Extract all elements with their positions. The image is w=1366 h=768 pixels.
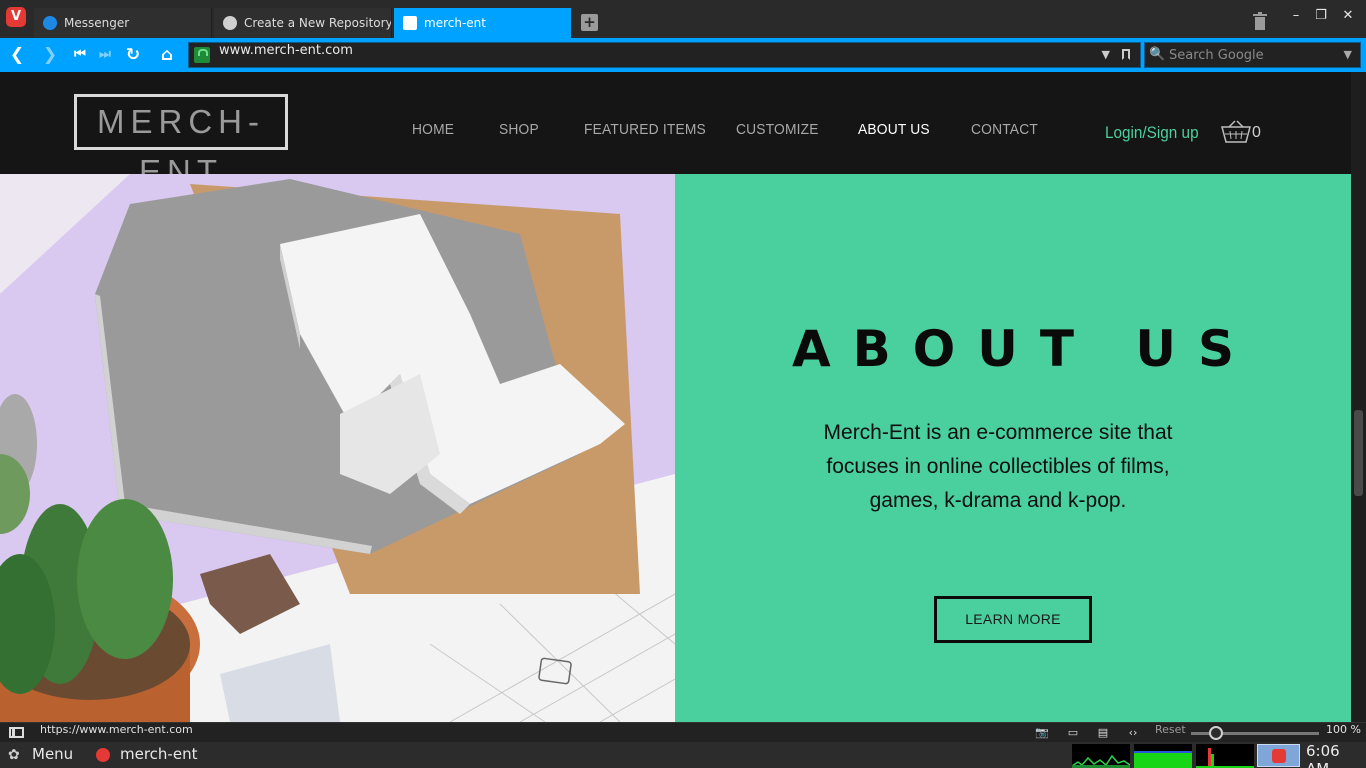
home-button[interactable]: ⌂ (155, 43, 179, 67)
site-header: MERCH-ENT HOME SHOP FEATURED ITEMS CUSTO… (0, 72, 1351, 190)
about-section: ABOUT US Merch-Ent is an e-commerce site… (675, 174, 1351, 722)
vivaldi-menu-button[interactable]: V (6, 7, 26, 27)
hero-image (0, 174, 675, 722)
taskbar-app-merch-ent[interactable]: merch-ent (96, 742, 197, 768)
nav-customize[interactable]: CUSTOMIZE (736, 121, 819, 138)
tab-create-repository[interactable]: Create a New Repository (214, 8, 392, 38)
messenger-icon (43, 16, 57, 30)
lock-icon (194, 47, 210, 63)
start-menu-label: Menu (32, 745, 74, 763)
start-menu-button[interactable]: ✿ Menu (8, 742, 73, 768)
new-tab-button[interactable]: + (581, 14, 598, 31)
tab-messenger[interactable]: Messenger (34, 8, 212, 38)
search-icon[interactable]: 🔍 (1149, 47, 1165, 63)
scrollbar-thumb[interactable] (1354, 410, 1363, 496)
close-button[interactable]: ✕ (1338, 6, 1358, 26)
tab-label: Messenger (64, 16, 130, 30)
nav-contact[interactable]: CONTACT (971, 121, 1038, 138)
memory-monitor-graph (1134, 744, 1192, 768)
cart-icon[interactable] (1221, 120, 1251, 144)
zoom-reset-button[interactable]: Reset (1155, 723, 1186, 736)
panel-toggle-icon[interactable] (9, 727, 24, 738)
tab-bar: V Messenger Create a New Repository merc… (0, 0, 1366, 38)
url-text: www.merch-ent.com (219, 43, 353, 58)
learn-more-button[interactable]: LEARN MORE (934, 596, 1092, 643)
page-scrollbar[interactable] (1351, 72, 1366, 722)
nav-shop[interactable]: SHOP (499, 121, 539, 138)
nav-about-us[interactable]: ABOUT US (858, 121, 930, 138)
zoom-level: 100 % (1326, 723, 1361, 736)
github-icon (223, 16, 237, 30)
forward-button[interactable]: ❯ (38, 43, 62, 67)
desktop: V Messenger Create a New Repository merc… (0, 0, 1366, 768)
nav-home[interactable]: HOME (412, 121, 454, 138)
minimize-button[interactable]: – (1286, 6, 1306, 26)
address-toolbar: ❮ ❯ ⏮ ⏭ ↻ ⌂ www.merch-ent.com ▼ 🔍 ▼ (0, 38, 1366, 72)
tiling-icon[interactable]: ▭ (1065, 726, 1081, 739)
status-bar: https://www.merch-ent.com 📷 ▭ ▤ ‹› Reset… (0, 722, 1366, 742)
page-actions-icon[interactable]: ‹› (1125, 726, 1141, 739)
nav-featured-items[interactable]: FEATURED ITEMS (584, 121, 706, 138)
clock: 6:06 AM (1306, 742, 1340, 768)
tray-vivaldi-button[interactable] (1257, 744, 1300, 767)
status-url: https://www.merch-ent.com (40, 723, 193, 736)
vivaldi-icon (96, 748, 110, 762)
login-signup-link[interactable]: Login/Sign up (1105, 123, 1199, 143)
taskbar-app-label: merch-ent (120, 745, 198, 763)
cpu-monitor-graph (1072, 744, 1130, 768)
zoom-slider-handle[interactable] (1209, 726, 1223, 740)
rewind-button[interactable]: ⏮ (68, 43, 92, 67)
fast-forward-button[interactable]: ⏭ (93, 43, 117, 67)
chevron-down-icon[interactable]: ▼ (1344, 43, 1352, 67)
about-description: Merch-Ent is an e-commerce site that foc… (823, 421, 1173, 512)
network-monitor-graph (1196, 744, 1254, 768)
vivaldi-icon (1272, 749, 1286, 763)
back-button[interactable]: ❮ (5, 43, 29, 67)
camera-icon[interactable]: 📷 (1034, 726, 1050, 739)
tab-label: Create a New Repository (244, 16, 392, 30)
bookmark-icon[interactable] (1122, 49, 1130, 60)
web-page: MERCH-ENT HOME SHOP FEATURED ITEMS CUSTO… (0, 72, 1351, 722)
image-icon[interactable]: ▤ (1095, 726, 1111, 739)
url-field[interactable]: www.merch-ent.com ▼ (188, 42, 1141, 68)
tab-label: merch-ent (424, 16, 486, 30)
search-input[interactable] (1169, 45, 1339, 65)
trash-icon[interactable] (1252, 12, 1268, 30)
search-field: 🔍 ▼ (1144, 42, 1361, 68)
chevron-down-icon[interactable]: ▼ (1102, 43, 1110, 67)
site-logo[interactable]: MERCH-ENT (74, 94, 288, 190)
reload-button[interactable]: ↻ (121, 43, 145, 67)
restore-button[interactable]: ❐ (1311, 6, 1331, 26)
cart-count[interactable]: 0 (1252, 124, 1261, 142)
page-icon (403, 16, 417, 30)
gnome-foot-icon: ✿ (8, 747, 20, 763)
tab-merch-ent[interactable]: merch-ent (394, 8, 572, 38)
os-taskbar: ✿ Menu merch-ent 6:06 AM (0, 742, 1366, 768)
about-title: ABOUT US (791, 320, 1257, 378)
